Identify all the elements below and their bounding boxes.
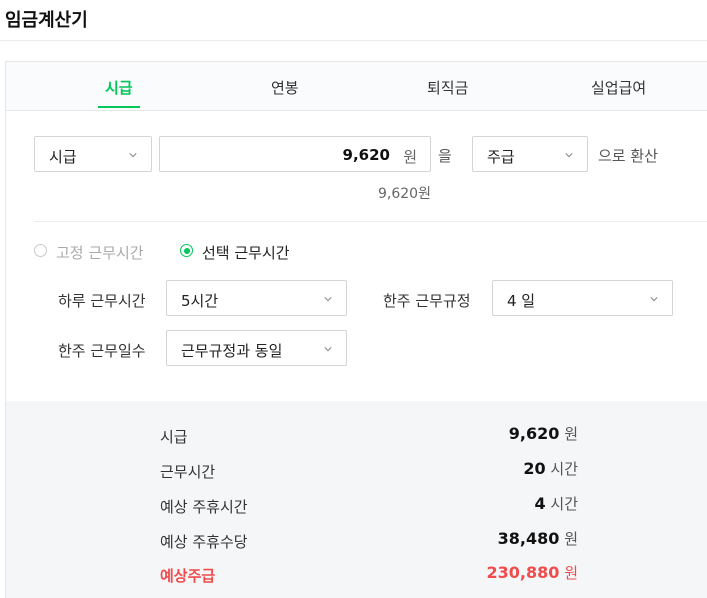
title-divider [0,40,707,41]
converted-amount: 9,620원 [378,186,431,202]
summary-value-unit: 시간 [550,495,578,513]
tab-hourly[interactable]: 시급 [105,77,133,98]
tab-severance[interactable]: 퇴직금 [427,77,468,98]
summary-value-unit: 원 [564,530,578,548]
summary-row-label: 근무시간 [160,463,216,481]
chevron-down-icon [565,153,573,158]
summary-total-label: 예상주급 [160,567,216,585]
result-summary: 시급 9,620 원 근무시간 20 시간 예상 주휴시간 4 시간 예상 주휴… [6,401,707,598]
tab-annual[interactable]: 연봉 [271,77,299,98]
amount-input[interactable]: 9,620 원 [159,136,431,172]
weekly-rule-label: 한주 근무규정 [383,292,471,310]
summary-row-label: 예상 주휴수당 [160,533,248,551]
fixed-hours-label: 고정 근무시간 [56,244,144,262]
weekly-days-label: 한주 근무일수 [58,342,146,360]
custom-hours-label: 선택 근무시간 [202,244,290,262]
summary-value-unit: 시간 [550,460,578,478]
summary-value-number: 38,480 [497,529,560,548]
daily-hours-label: 하루 근무시간 [58,292,146,310]
summary-row-value: 9,620 원 [509,423,578,444]
active-tab-indicator [98,106,140,108]
amount-value: 9,620 [342,146,390,164]
weekly-days-value: 근무규정과 동일 [181,342,283,360]
to-unit-value: 주급 [487,148,515,166]
summary-row-value: 20 시간 [523,458,578,479]
summary-total-value: 230,880 원 [487,562,578,583]
tab-bar: 시급 연봉 퇴직금 실업급여 [6,62,707,111]
page-title: 임금계산기 [5,10,88,31]
chevron-down-icon [650,297,658,302]
from-unit-select[interactable]: 시급 [34,136,152,172]
radio-circle-icon [34,244,47,257]
summary-value-number: 4 [534,494,546,513]
amount-unit: 원 [403,148,417,166]
chevron-down-icon [129,153,137,158]
summary-value-unit: 원 [564,425,578,443]
weekly-rule-select[interactable]: 4 일 [492,280,673,316]
summary-value-number: 230,880 [486,563,560,582]
weekly-rule-value: 4 일 [507,292,536,310]
summary-row-value: 4 시간 [534,493,578,514]
section-divider [34,221,707,222]
daily-hours-value: 5시간 [181,292,219,310]
to-unit-select[interactable]: 주급 [472,136,588,172]
summary-value-number: 9,620 [508,424,560,443]
summary-row-label: 시급 [160,428,188,446]
chevron-down-icon [324,297,332,302]
radio-selected-icon [180,244,193,257]
calculator-card: 시급 연봉 퇴직금 실업급여 시급 9,620 원 을 주급 으로 환산 9,6… [5,61,707,598]
summary-row-value: 38,480 원 [498,528,578,549]
daily-hours-select[interactable]: 5시간 [166,280,347,316]
particle-text: 을 [438,147,452,165]
summary-value-unit: 원 [564,564,578,582]
convert-suffix: 으로 환산 [598,147,658,165]
summary-row-label: 예상 주휴시간 [160,498,248,516]
chevron-down-icon [324,347,332,352]
tab-unemployment[interactable]: 실업급여 [591,77,646,98]
summary-value-number: 20 [523,459,546,478]
from-unit-value: 시급 [49,148,77,166]
weekly-days-select[interactable]: 근무규정과 동일 [166,330,347,366]
